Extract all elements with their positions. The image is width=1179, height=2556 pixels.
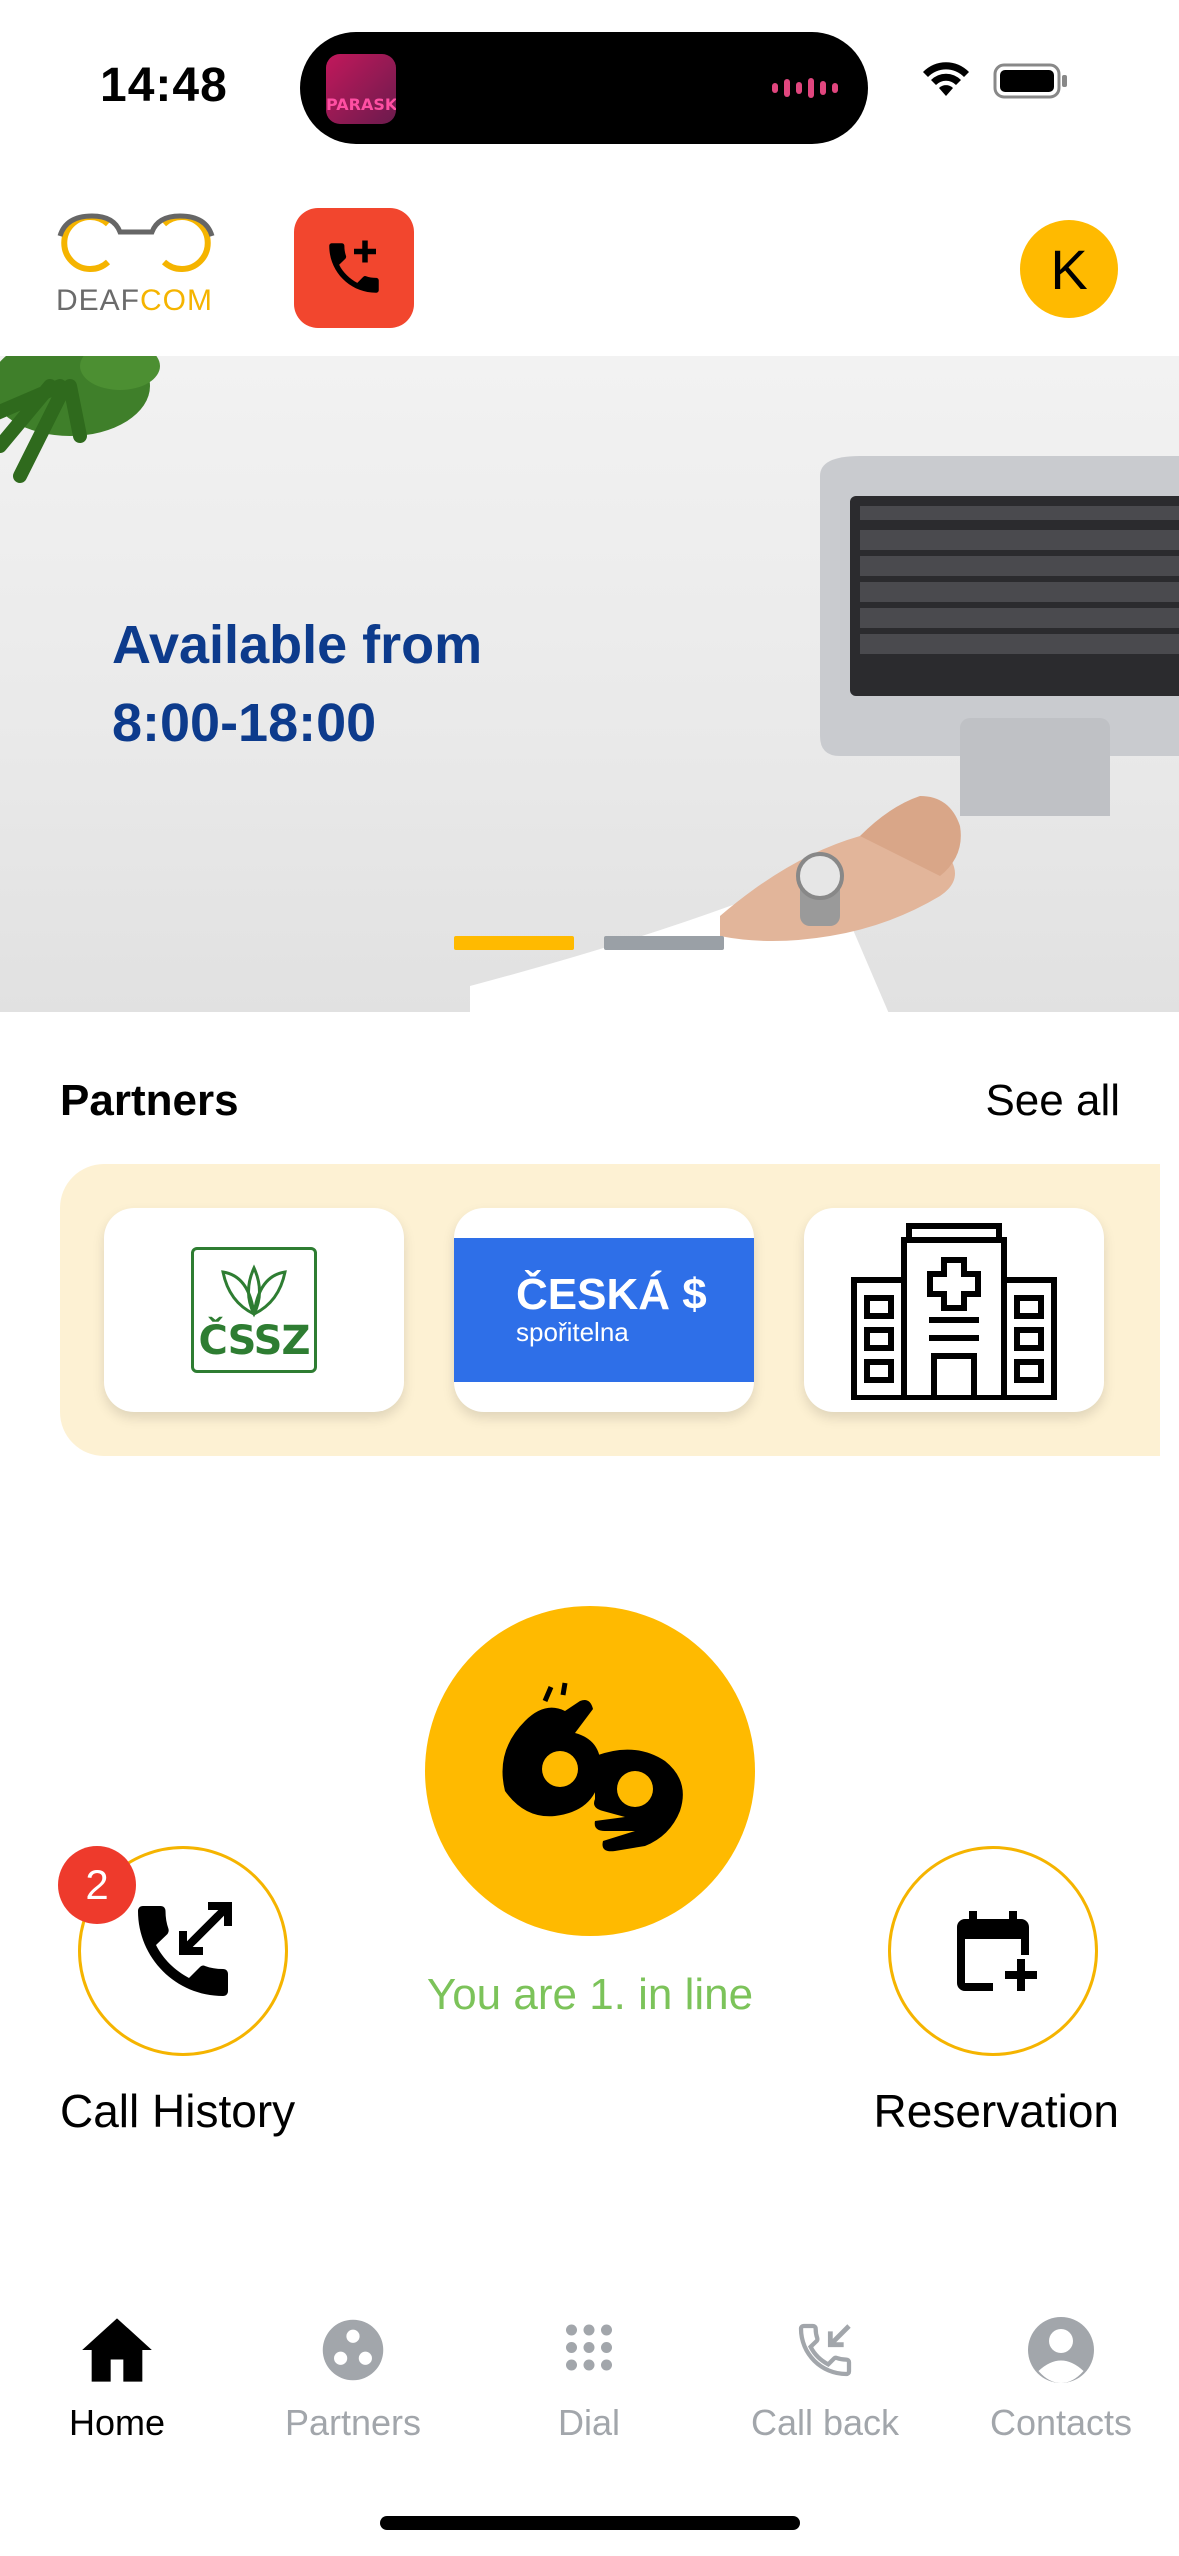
leaf-icon (221, 1264, 287, 1318)
tab-label: Partners (284, 2402, 422, 2443)
logo-glasses-icon (57, 213, 215, 272)
battery-icon (993, 63, 1067, 99)
tab-label: Home (68, 2402, 166, 2443)
deafcom-logo: DEAFCOM (56, 206, 216, 317)
dynamic-island[interactable]: PARASK (300, 32, 868, 144)
partners-carousel[interactable]: ČSSZ ČESKÁ $ spořitelna (60, 1164, 1160, 1456)
pagination-dot[interactable] (604, 936, 724, 950)
status-bar: 14:48 PARASK (0, 0, 1179, 150)
tab-label: Call back (750, 2402, 900, 2443)
home-indicator[interactable] (380, 2516, 800, 2530)
plant-image (0, 356, 160, 483)
ceska-sporitelna-logo: ČESKÁ $ spořitelna (454, 1238, 754, 1382)
contact-icon (1025, 2300, 1097, 2400)
call-history-badge: 2 (58, 1846, 136, 1924)
cssz-logo: ČSSZ (191, 1247, 317, 1373)
wifi-icon (923, 62, 969, 96)
status-time: 14:48 (100, 59, 228, 112)
calendar-add-icon (957, 1911, 1037, 1991)
new-call-button[interactable] (294, 208, 414, 328)
tab-dial[interactable]: Dial (479, 2300, 699, 2450)
now-playing-text: PARASK (326, 95, 396, 114)
tab-call-back[interactable]: Call back (715, 2300, 935, 2450)
profile-avatar[interactable]: K (1020, 220, 1118, 318)
sporitelna-name: spořitelna (516, 1317, 629, 1347)
see-all-link[interactable]: See all (985, 1076, 1120, 1126)
queue-status: You are 1. in line (426, 1970, 754, 2019)
banner-line-1: Available from (112, 615, 483, 675)
logo-text: DEAFCOM (56, 284, 214, 317)
tab-contacts[interactable]: Contacts (951, 2300, 1171, 2450)
status-icons (921, 62, 1069, 100)
call-history-icon (138, 1902, 232, 1996)
now-playing-artwork: PARASK (326, 54, 396, 124)
partners-header: Partners See all (60, 1076, 1120, 1136)
ceska-name: ČESKÁ (516, 1270, 671, 1319)
home-icon (79, 2300, 155, 2400)
call-back-icon (793, 2300, 857, 2400)
hospital-icon (851, 1223, 1057, 1400)
call-interpreter-button[interactable] (425, 1606, 755, 1936)
dialpad-icon (559, 2300, 619, 2400)
call-history-label[interactable]: Call History (60, 2084, 295, 2138)
banner-line-2: 8:00-18:00 (112, 693, 377, 753)
pagination-dot-active[interactable] (454, 936, 574, 950)
partners-title: Partners (60, 1076, 239, 1125)
partner-card-ceska-sporitelna[interactable]: ČESKÁ $ spořitelna (454, 1208, 754, 1412)
hero-banner[interactable]: Available from 8:00-18:00 (0, 356, 1179, 1012)
hands-image (470, 796, 961, 1012)
tab-partners[interactable]: Partners (243, 2300, 463, 2450)
banner-text: Available from 8:00-18:00 (112, 606, 482, 762)
sign-language-icon (502, 1682, 683, 1852)
reservation-button[interactable] (888, 1846, 1098, 2056)
partner-card-hospital[interactable] (804, 1208, 1104, 1412)
bottom-tab-bar: Home Partners Dial Call back Contacts (0, 2300, 1179, 2450)
partners-icon (320, 2300, 386, 2400)
reservation-label[interactable]: Reservation (874, 2084, 1119, 2138)
banner-pagination (454, 936, 724, 950)
tab-label: Contacts (989, 2402, 1133, 2443)
audio-wave-icon (772, 78, 838, 98)
cssz-name: ČSSZ (198, 1318, 311, 1364)
partner-card-cssz[interactable]: ČSSZ (104, 1208, 404, 1412)
app-header: DEAFCOM K (0, 190, 1179, 340)
tab-label: Dial (557, 2402, 620, 2443)
phone-plus-icon (329, 240, 379, 293)
tab-home[interactable]: Home (7, 2300, 227, 2450)
bank-s-icon: $ (682, 1270, 707, 1319)
